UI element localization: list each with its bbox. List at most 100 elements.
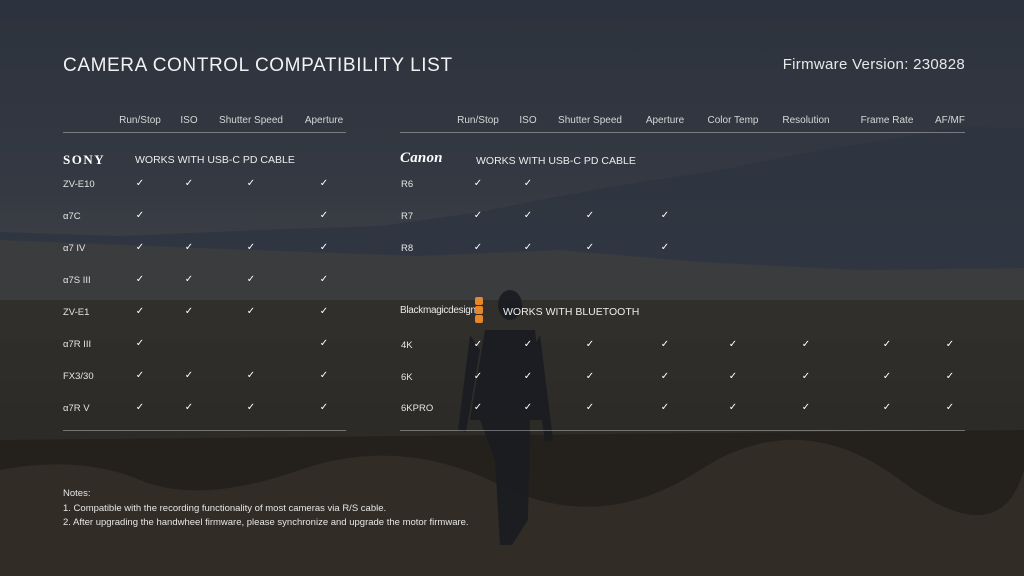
blackmagic-model-name: 4K	[401, 340, 413, 351]
blackmagic-check-icon: ✓	[660, 402, 670, 413]
sony-model-name: α7R III	[63, 339, 92, 350]
right-column-header: ISO	[519, 115, 537, 126]
sony-check-icon: ✓	[135, 402, 145, 413]
sony-check-icon: ✓	[246, 402, 256, 413]
sony-column-header: ISO	[180, 115, 198, 126]
note-line-2: 2. After upgrading the handwheel firmwar…	[63, 517, 469, 528]
canon-check-icon: ✓	[523, 242, 533, 253]
blackmagic-check-icon: ✓	[473, 339, 483, 350]
blackmagic-check-icon: ✓	[660, 371, 670, 382]
canon-check-icon: ✓	[585, 242, 595, 253]
sony-check-icon: ✓	[135, 242, 145, 253]
blackmagic-check-icon: ✓	[801, 371, 811, 382]
blackmagic-check-icon: ✓	[801, 402, 811, 413]
sony-check-icon: ✓	[135, 210, 145, 221]
sony-check-icon: ✓	[135, 370, 145, 381]
blackmagic-check-icon: ✓	[945, 402, 955, 413]
canon-check-icon: ✓	[473, 178, 483, 189]
blackmagic-check-icon: ✓	[728, 402, 738, 413]
sony-model-name: ZV-E10	[63, 179, 95, 190]
blackmagic-check-icon: ✓	[801, 339, 811, 350]
right-column-header: Color Temp	[707, 115, 759, 126]
blackmagic-check-icon: ✓	[728, 339, 738, 350]
canon-check-icon: ✓	[585, 210, 595, 221]
right-header-rule	[400, 132, 965, 133]
blackmagic-model-name: 6K	[401, 372, 413, 383]
blackmagic-check-icon: ✓	[585, 402, 595, 413]
blackmagic-check-icon: ✓	[882, 339, 892, 350]
right-column-header: Shutter Speed	[558, 115, 622, 126]
sony-check-icon: ✓	[246, 274, 256, 285]
canon-logo: Canon	[400, 150, 443, 166]
sony-model-name: α7 IV	[63, 243, 86, 254]
blackmagic-check-icon: ✓	[585, 371, 595, 382]
canon-model-name: R6	[401, 179, 414, 190]
firmware-version: Firmware Version: 230828	[782, 56, 965, 73]
right-column-header: Frame Rate	[860, 115, 914, 126]
blackmagic-check-icon: ✓	[473, 402, 483, 413]
sony-bottom-rule	[63, 430, 346, 431]
sony-model-name: α7C	[63, 211, 81, 222]
sony-check-icon: ✓	[319, 210, 329, 221]
blackmagic-check-icon: ✓	[945, 339, 955, 350]
sony-check-icon: ✓	[184, 274, 194, 285]
right-column-header: AF/MF	[935, 115, 965, 126]
canon-check-icon: ✓	[523, 178, 533, 189]
blackmagic-model-name: 6KPRO	[401, 403, 434, 414]
blackmagic-check-icon: ✓	[728, 371, 738, 382]
canon-check-icon: ✓	[473, 210, 483, 221]
sony-model-name: FX3/30	[63, 371, 94, 382]
blackmagic-check-icon: ✓	[585, 339, 595, 350]
sony-check-icon: ✓	[319, 402, 329, 413]
note-line-1: 1. Compatible with the recording functio…	[63, 502, 387, 514]
sony-check-icon: ✓	[135, 274, 145, 285]
blackmagic-check-icon: ✓	[523, 371, 533, 382]
sony-model-name: ZV-E1	[63, 307, 90, 318]
sony-check-icon: ✓	[319, 338, 329, 349]
sony-check-icon: ✓	[319, 242, 329, 253]
blackmagic-connection-note: WORKS WITH BLUETOOTH	[503, 306, 640, 318]
blackmagic-check-icon: ✓	[523, 339, 533, 350]
sony-check-icon: ✓	[246, 178, 256, 189]
blackmagic-check-icon: ✓	[945, 371, 955, 382]
canon-model-name: R8	[401, 243, 414, 254]
sony-logo: SONY	[63, 152, 106, 167]
sony-check-icon: ✓	[246, 242, 256, 253]
right-bottom-rule	[400, 430, 965, 431]
canon-check-icon: ✓	[523, 210, 533, 221]
sony-check-icon: ✓	[319, 370, 329, 381]
sony-connection-note: WORKS WITH USB-C PD CABLE	[135, 154, 295, 166]
sony-check-icon: ✓	[319, 274, 329, 285]
blackmagic-check-icon: ✓	[660, 339, 670, 350]
sony-column-header: Run/Stop	[119, 115, 161, 126]
right-column-header: Run/Stop	[457, 115, 499, 126]
canon-check-icon: ✓	[473, 242, 483, 253]
right-column-header: Aperture	[645, 115, 685, 126]
sony-check-icon: ✓	[135, 306, 145, 317]
sony-check-icon: ✓	[319, 306, 329, 317]
sony-check-icon: ✓	[184, 402, 194, 413]
sony-check-icon: ✓	[246, 306, 256, 317]
canon-check-icon: ✓	[660, 210, 670, 221]
blackmagic-check-icon: ✓	[523, 402, 533, 413]
sony-model-name: α7S III	[63, 275, 91, 286]
sony-column-header: Shutter Speed	[219, 115, 283, 126]
page-title: CAMERA CONTROL COMPATIBILITY LIST	[63, 55, 453, 76]
right-column-header: Resolution	[782, 115, 830, 126]
blackmagic-logo-mark	[475, 297, 484, 324]
sony-column-header: Aperture	[304, 115, 344, 126]
notes-heading: Notes:	[63, 488, 91, 499]
sony-check-icon: ✓	[135, 338, 145, 349]
sony-check-icon: ✓	[319, 178, 329, 189]
notes: Notes: 1. Compatible with the recording …	[63, 487, 469, 531]
blackmagic-logo: Blackmagicdesign	[400, 305, 476, 316]
sony-check-icon: ✓	[246, 370, 256, 381]
blackmagic-check-icon: ✓	[882, 371, 892, 382]
sony-model-name: α7R V	[63, 403, 90, 414]
sony-header-rule	[63, 132, 346, 133]
blackmagic-check-icon: ✓	[882, 402, 892, 413]
blackmagic-check-icon: ✓	[473, 371, 483, 382]
sony-check-icon: ✓	[184, 306, 194, 317]
canon-model-name: R7	[401, 211, 414, 222]
sony-check-icon: ✓	[184, 370, 194, 381]
